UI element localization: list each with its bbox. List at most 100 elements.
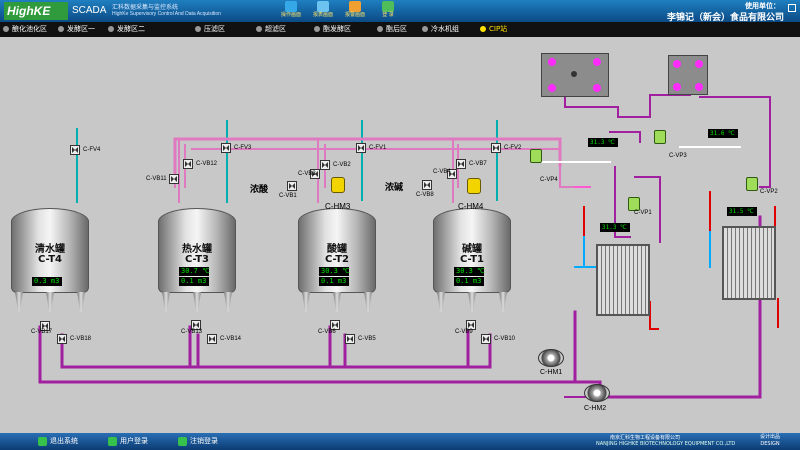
valve-label: C-VB10 <box>494 336 516 342</box>
temp-display: 31.6 ℃ <box>708 129 738 138</box>
valve-c-vb18[interactable] <box>57 334 67 344</box>
valve-c-fv3[interactable] <box>221 143 231 153</box>
nav-item-fermentation-1[interactable]: 发酵区一 <box>58 22 95 37</box>
tank-name: 碱罐 <box>462 244 482 255</box>
report-screen-button[interactable]: 报表画面 <box>311 1 335 21</box>
valve-c-vb8[interactable] <box>422 180 432 190</box>
title-bar: HighKE SCADA 汇科数据采集与监控系统 HighKe Supervis… <box>0 0 800 23</box>
control-panel-1[interactable] <box>541 53 609 97</box>
flowmeter-label: C-HM4 <box>458 202 484 211</box>
panel-node <box>695 60 703 68</box>
login-button[interactable]: 登 录 <box>376 1 400 21</box>
valve-c-fv1[interactable] <box>356 143 366 153</box>
panel-node <box>593 58 601 66</box>
valve-c-vp1[interactable] <box>628 197 640 211</box>
operation-screen-label: 操作画面 <box>280 12 301 18</box>
valve-label: C-VB14 <box>220 336 242 342</box>
tank-name: 酸罐 <box>327 244 347 255</box>
tank-name: 清水罐 <box>35 244 65 255</box>
valve-c-vb1[interactable] <box>287 181 297 191</box>
window-icon[interactable] <box>788 4 796 12</box>
valve-label: C-VB17 <box>31 329 53 335</box>
nav-item-ultrafilter[interactable]: 超滤区 <box>256 22 286 37</box>
system-title-en: HighKe Supervisory Control And Data Acqu… <box>112 11 221 17</box>
valve-c-vb12[interactable] <box>183 159 193 169</box>
tank-temp-display: 30.7 ℃ <box>179 267 210 276</box>
panel-node <box>695 83 703 91</box>
status-bar: 退出系统 用户登录 注销登录 南京汇科生物工程设备有限公司 NANJING HI… <box>0 433 800 450</box>
valve-c-fv4[interactable] <box>70 145 80 155</box>
nav-item-cip-station[interactable]: CIP站 <box>480 22 507 37</box>
alkali-feed-label: 浓碱 <box>385 183 404 193</box>
user-icon <box>108 436 117 446</box>
valve-c-vp2[interactable] <box>746 177 758 191</box>
valve-c-fv2[interactable] <box>491 143 501 153</box>
logout-button[interactable]: 注销登录 <box>178 435 218 448</box>
exit-system-button[interactable]: 退出系统 <box>38 435 78 448</box>
tank-temp-display: 30.3 ℃ <box>454 267 485 276</box>
design-credit-en: DESIGN <box>760 441 780 447</box>
nav-item-fermentation-2[interactable]: 发酵区二 <box>108 22 145 37</box>
tank-level-display: 0.1 m3 <box>179 277 209 286</box>
valve-label: C-VB2 <box>333 162 351 168</box>
valve-c-vb14[interactable] <box>207 334 217 344</box>
flowmeter-label: C-HM3 <box>325 202 351 211</box>
login-icon <box>382 1 394 12</box>
valve-c-vp3[interactable] <box>654 130 666 144</box>
radio-dot-icon <box>195 26 201 32</box>
pump-c-hm2[interactable] <box>584 384 610 402</box>
nav-item-ester-post[interactable]: 酯后区 <box>377 22 407 37</box>
pump-c-hm1[interactable] <box>538 349 564 367</box>
nav-item-fermentation-pool[interactable]: 酿化池化区 <box>3 22 47 37</box>
radio-dot-icon <box>3 26 9 32</box>
tank-leg <box>193 292 201 312</box>
flowmeter-c-hm3[interactable] <box>331 177 345 193</box>
acid-feed-label: 浓酸 <box>250 185 269 195</box>
pump-label: C-HM1 <box>540 369 563 376</box>
radio-dot-icon <box>108 26 114 32</box>
radio-dot-icon <box>256 26 262 32</box>
system-title-cn: 汇科数据采集与监控系统 <box>112 4 179 11</box>
temp-display: 31.5 ℃ <box>727 207 757 216</box>
tank-code: C-T4 <box>37 254 63 265</box>
flowmeter-c-hm4[interactable] <box>467 178 481 194</box>
control-panel-2[interactable] <box>668 55 708 95</box>
valve-label: C-VB18 <box>70 336 92 342</box>
design-credit: 设计出品 DESIGN <box>760 434 780 448</box>
alarm-screen-button[interactable]: 报警画面 <box>343 1 367 21</box>
pipe-return-header <box>173 137 562 174</box>
exit-icon <box>38 436 47 446</box>
valve-label: C-VB5 <box>358 336 376 342</box>
temp-display: 31.3 ℃ <box>600 223 630 232</box>
login-label: 登 录 <box>382 12 394 18</box>
pump-label: C-HM2 <box>584 405 607 412</box>
nav-item-press-filter[interactable]: 压滤区 <box>195 22 225 37</box>
nav-label: 压滤区 <box>204 25 225 33</box>
valve-c-vb5[interactable] <box>345 334 355 344</box>
tank-name: 热水罐 <box>182 244 212 255</box>
operation-screen-button[interactable]: 操作画面 <box>279 1 303 21</box>
nav-item-chiller[interactable]: 冷水机组 <box>422 22 459 37</box>
valve-label: C-VB8 <box>416 192 434 198</box>
valve-label: C-VB1 <box>279 193 297 199</box>
valve-c-vb11[interactable] <box>169 174 179 184</box>
panel-node <box>571 71 577 77</box>
valve-c-vb2[interactable] <box>320 160 330 170</box>
tank-level-display: 0.3 m3 <box>32 277 62 286</box>
tank-code: C-T3 <box>184 254 210 265</box>
heat-exchanger-1[interactable] <box>596 244 650 316</box>
valve-c-vb10[interactable] <box>481 334 491 344</box>
vendor-name-cn: 南京汇科生物工程设备有限公司 <box>610 435 681 441</box>
valve-label: C-VB12 <box>196 161 218 167</box>
tank-c-t3[interactable]: 热水罐 C-T3 30.7 ℃ 0.1 m3 <box>158 200 236 315</box>
tank-c-t2[interactable]: 酸罐 C-T2 30.3 ℃ 0.1 m3 <box>298 200 376 315</box>
valve-c-vb7[interactable] <box>456 159 466 169</box>
user-login-button[interactable]: 用户登录 <box>108 435 148 448</box>
tank-c-t1[interactable]: 碱罐 C-T1 30.3 ℃ 0.1 m3 <box>433 200 511 315</box>
tank-c-t4[interactable]: 清水罐 C-T4 0.3 m3 <box>11 200 89 315</box>
valve-c-vp4[interactable] <box>530 149 542 163</box>
heat-exchanger-2[interactable] <box>722 226 776 300</box>
tank-level-display: 0.1 m3 <box>454 277 484 286</box>
nav-item-ester-fermentation[interactable]: 酯发酵区 <box>314 22 351 37</box>
vendor-name-en: NANJING HIGHKE BIOTECHNOLOGY EQUIPMENT C… <box>596 441 736 447</box>
